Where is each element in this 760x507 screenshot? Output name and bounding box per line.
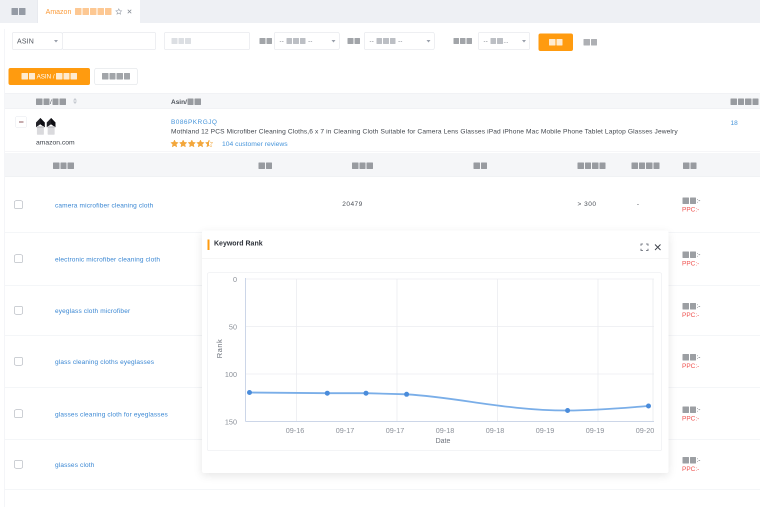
svg-text:09-19: 09-19 xyxy=(586,426,605,435)
svg-text:100: 100 xyxy=(225,370,237,379)
svg-text:09-20: 09-20 xyxy=(636,426,655,435)
svg-text:150: 150 xyxy=(225,418,237,427)
svg-text:Date: Date xyxy=(436,438,451,445)
svg-text:0: 0 xyxy=(233,275,237,284)
svg-text:09-16: 09-16 xyxy=(286,426,305,435)
svg-text:50: 50 xyxy=(229,323,237,332)
svg-text:09-17: 09-17 xyxy=(336,426,355,435)
svg-text:Rank: Rank xyxy=(215,339,224,359)
svg-text:09-19: 09-19 xyxy=(536,426,555,435)
svg-text:09-17: 09-17 xyxy=(386,426,405,435)
svg-text:09-18: 09-18 xyxy=(486,426,505,435)
svg-text:09-18: 09-18 xyxy=(436,426,455,435)
